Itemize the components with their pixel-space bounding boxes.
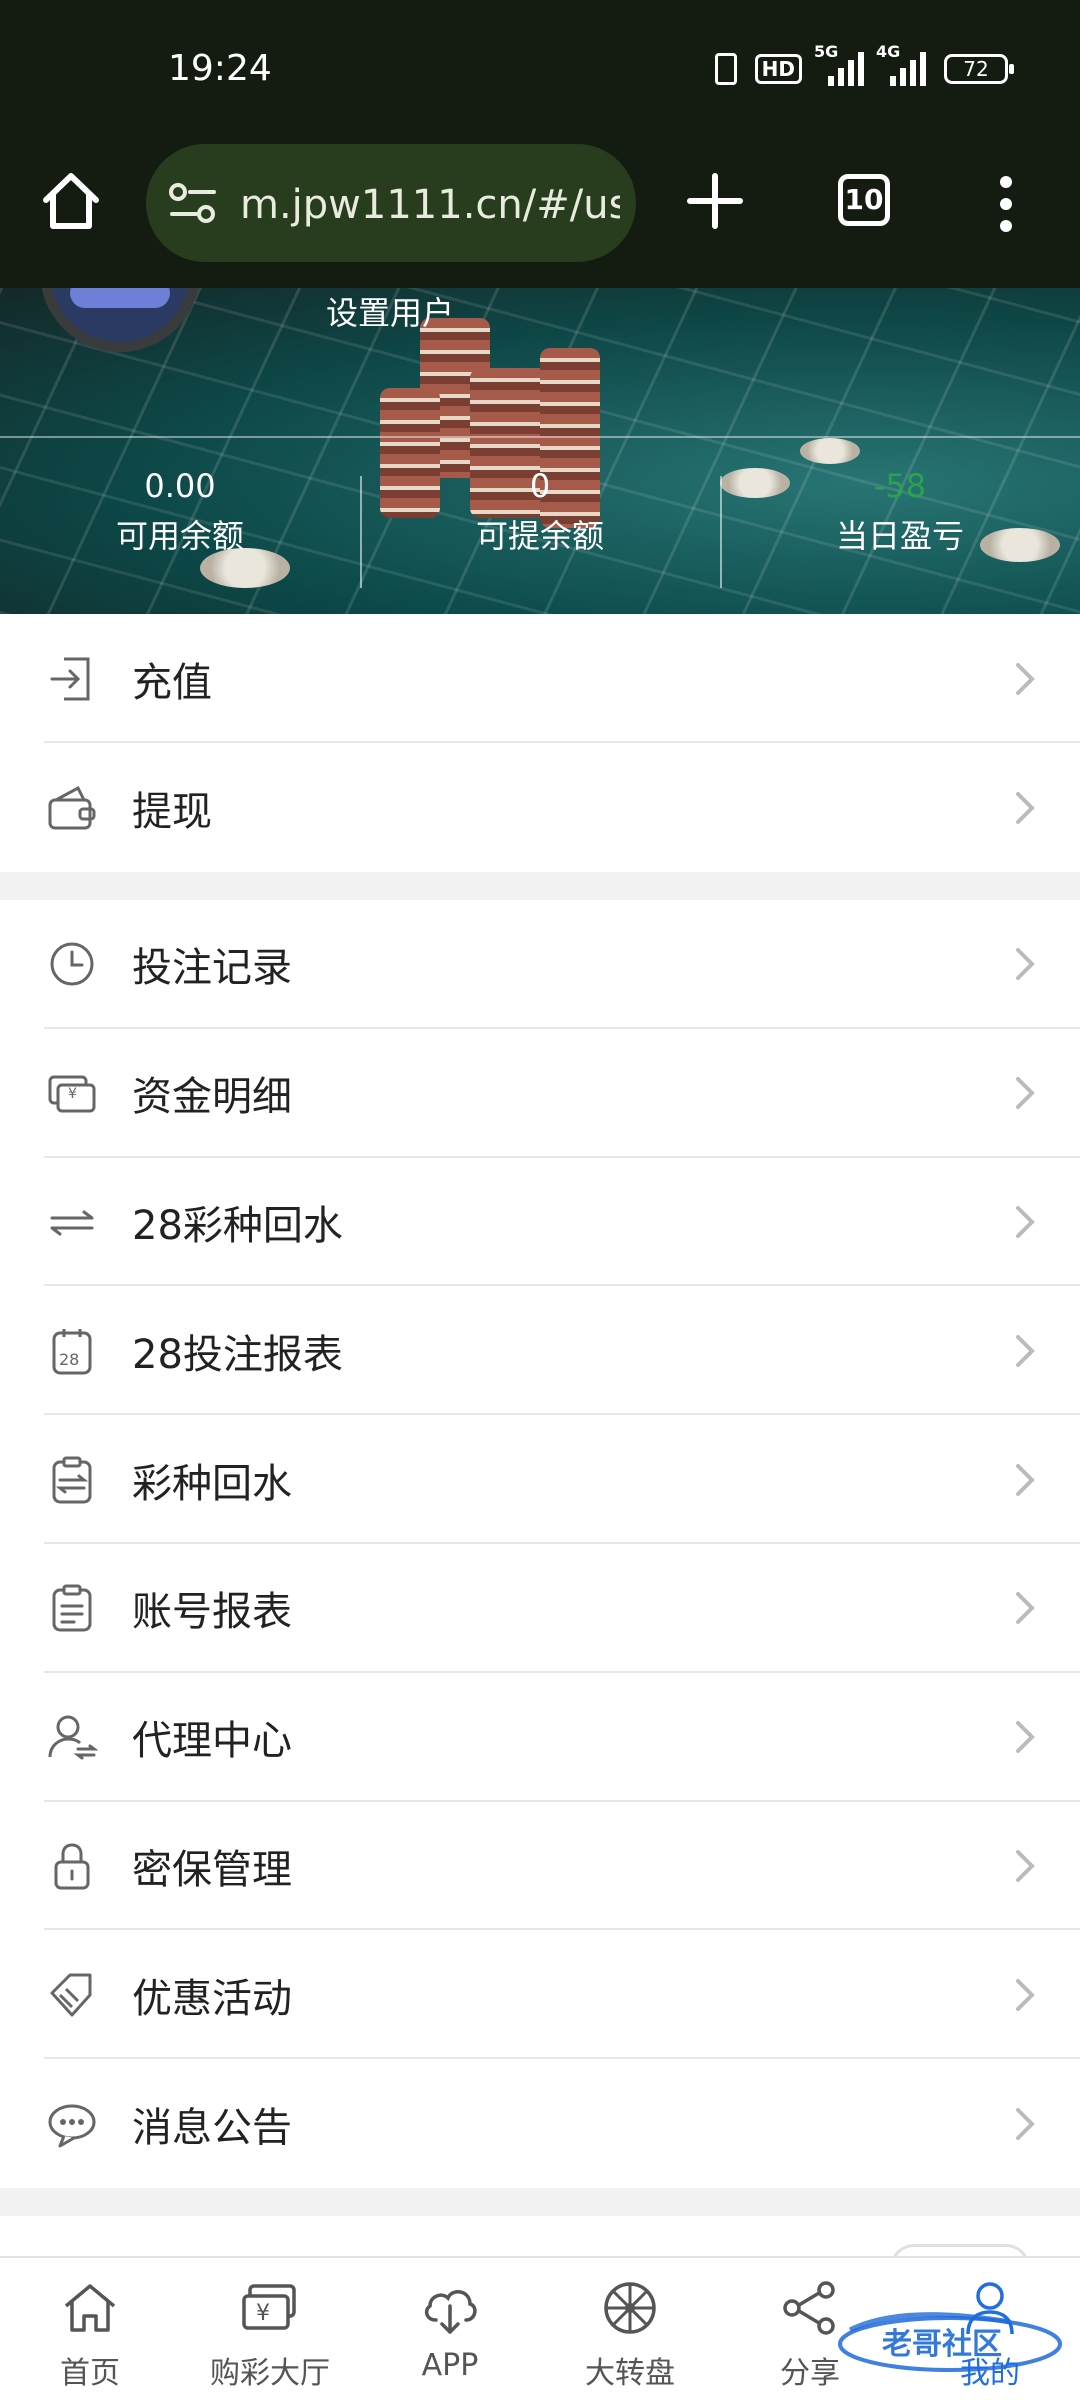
menu-item-28-rebate[interactable]: 28彩种回水 bbox=[0, 1158, 1080, 1287]
wallet-icon bbox=[46, 782, 98, 834]
menu-item-account-report[interactable]: 账号报表 bbox=[0, 1544, 1080, 1673]
watermark-logo: 老哥社区 bbox=[838, 2312, 1062, 2372]
deposit-icon bbox=[46, 653, 98, 705]
tag-icon bbox=[46, 1969, 98, 2021]
home-icon bbox=[64, 2284, 116, 2332]
nav-label: 大转盘 bbox=[585, 2356, 675, 2391]
url-text[interactable]: m.jpw1111.cn/#/user bbox=[240, 182, 620, 228]
menu-item-lottery-rebate[interactable]: 彩种回水 bbox=[0, 1415, 1080, 1544]
lock-icon bbox=[46, 1840, 98, 1892]
profile-banner: 设置用户 0.00 可用余额 0 可提余额 -58 当日盈亏 bbox=[0, 288, 1080, 614]
yuan-bills-icon: ¥ bbox=[46, 1067, 98, 1119]
menu-item-label: 优惠活动 bbox=[132, 1975, 292, 2022]
home-icon[interactable] bbox=[36, 166, 106, 236]
calendar-28-icon: 28 bbox=[46, 1325, 98, 1377]
chevron-right-icon bbox=[1016, 1721, 1035, 1754]
exchange-arrows-icon bbox=[46, 1196, 98, 1248]
menu-item-label: 消息公告 bbox=[132, 2104, 292, 2151]
svg-text:老哥社区: 老哥社区 bbox=[882, 2327, 1002, 2362]
clock-icon bbox=[46, 938, 98, 990]
chevron-right-icon bbox=[1016, 1463, 1035, 1496]
chevron-right-icon bbox=[1016, 1334, 1035, 1367]
clipboard-icon bbox=[46, 1582, 98, 1634]
menu-item-fund-details[interactable]: ¥ 资金明细 bbox=[0, 1029, 1080, 1158]
stat-value: -58 bbox=[873, 467, 927, 505]
chevron-right-icon bbox=[1016, 1205, 1035, 1238]
menu-item-label: 账号报表 bbox=[132, 1589, 292, 1636]
menu-item-deposit[interactable]: 充值 bbox=[0, 614, 1080, 743]
menu-item-label: 28投注报表 bbox=[132, 1331, 343, 1378]
menu-item-28-bet-report[interactable]: 28 28投注报表 bbox=[0, 1286, 1080, 1415]
status-icons: HD 5G 4G 72 bbox=[714, 42, 1014, 86]
chevron-right-icon bbox=[1016, 2107, 1035, 2140]
lottery-hall-icon: ¥ bbox=[242, 2284, 296, 2330]
chevron-right-icon bbox=[1016, 662, 1035, 695]
stat-daily-profit-loss: -58 当日盈亏 bbox=[720, 466, 1080, 588]
new-tab-icon[interactable] bbox=[684, 170, 746, 232]
hd-voice-icon: HD bbox=[754, 52, 802, 86]
menu-item-label: 充值 bbox=[132, 659, 212, 706]
stat-label: 当日盈亏 bbox=[835, 517, 964, 555]
battery-icon: 72 bbox=[944, 54, 1014, 84]
svg-text:¥: ¥ bbox=[256, 2301, 270, 2326]
vibrate-icon bbox=[714, 52, 737, 86]
cloud-download-icon bbox=[424, 2290, 477, 2334]
svg-text:28: 28 bbox=[59, 1350, 79, 1369]
chevron-right-icon bbox=[1016, 948, 1035, 981]
menu-item-label: 代理中心 bbox=[132, 1718, 292, 1765]
menu-item-security[interactable]: 密保管理 bbox=[0, 1802, 1080, 1931]
chevron-right-icon bbox=[1016, 1849, 1035, 1882]
menu-item-promotions[interactable]: 优惠活动 bbox=[0, 1930, 1080, 2059]
site-settings-icon[interactable] bbox=[168, 182, 218, 224]
menu-item-label: 密保管理 bbox=[132, 1846, 292, 1893]
stat-value: 0 bbox=[529, 467, 551, 505]
stat-label: 可提余额 bbox=[475, 517, 604, 555]
menu-group-funds: 充值 提现 bbox=[0, 614, 1080, 872]
menu-group-account: 投注记录 ¥ 资金明细 28彩种回水 28 28投注报表 彩种回水 账号报表 代… bbox=[0, 900, 1080, 2188]
chat-bubble-icon bbox=[46, 2098, 98, 2150]
tab-switcher-button[interactable]: 10 bbox=[838, 174, 890, 226]
menu-item-label: 28彩种回水 bbox=[132, 1202, 343, 1249]
stat-withdrawable-balance: 0 可提余额 bbox=[360, 466, 720, 588]
chevron-right-icon bbox=[1016, 1077, 1035, 1110]
menu-item-announcements[interactable]: 消息公告 bbox=[0, 2059, 1080, 2188]
user-agent-icon bbox=[46, 1711, 98, 1763]
stat-available-balance: 0.00 可用余额 bbox=[0, 466, 360, 578]
menu-item-agent-center[interactable]: 代理中心 bbox=[0, 1673, 1080, 1802]
stat-value: 0.00 bbox=[144, 467, 216, 505]
nav-app[interactable]: APP bbox=[360, 2258, 540, 2400]
menu-item-bet-records[interactable]: 投注记录 bbox=[0, 900, 1080, 1029]
signal-4g-icon: 4G bbox=[876, 42, 926, 86]
url-bar[interactable]: m.jpw1111.cn/#/user bbox=[146, 144, 636, 262]
chevron-right-icon bbox=[1016, 1592, 1035, 1625]
nav-home[interactable]: 首页 bbox=[0, 2258, 180, 2400]
menu-item-label: 资金明细 bbox=[132, 1074, 292, 1121]
nav-label: APP bbox=[421, 2348, 479, 2383]
clipboard-exchange-icon bbox=[46, 1454, 98, 1506]
chip-decor bbox=[800, 438, 860, 464]
status-time: 19:24 bbox=[168, 48, 272, 89]
status-bar: 19:24 HD 5G 4G 72 bbox=[0, 0, 1080, 140]
stat-label: 可用余额 bbox=[115, 517, 244, 555]
banner-divider bbox=[0, 436, 1080, 438]
svg-text:¥: ¥ bbox=[68, 1086, 77, 1102]
chevron-right-icon bbox=[1016, 1978, 1035, 2011]
nav-lottery-hall[interactable]: ¥ 购彩大厅 bbox=[180, 2258, 360, 2400]
balance-stats: 0.00 可用余额 0 可提余额 -58 当日盈亏 bbox=[0, 466, 1080, 588]
menu-item-label: 彩种回水 bbox=[132, 1460, 292, 1507]
menu-item-withdraw[interactable]: 提现 bbox=[0, 743, 1080, 872]
browser-toolbar: m.jpw1111.cn/#/user 10 bbox=[0, 140, 1080, 288]
menu-item-label: 投注记录 bbox=[132, 945, 292, 992]
nav-label: 首页 bbox=[60, 2356, 120, 2391]
nav-wheel[interactable]: 大转盘 bbox=[540, 2258, 720, 2400]
nav-label: 购彩大厅 bbox=[210, 2356, 330, 2391]
menu-item-label: 提现 bbox=[132, 788, 212, 835]
signal-5g-icon: 5G bbox=[814, 42, 864, 86]
more-menu-icon[interactable] bbox=[996, 176, 1016, 232]
set-user-link[interactable]: 设置用户 bbox=[326, 288, 454, 334]
wheel-icon bbox=[604, 2282, 656, 2334]
chevron-right-icon bbox=[1016, 791, 1035, 824]
